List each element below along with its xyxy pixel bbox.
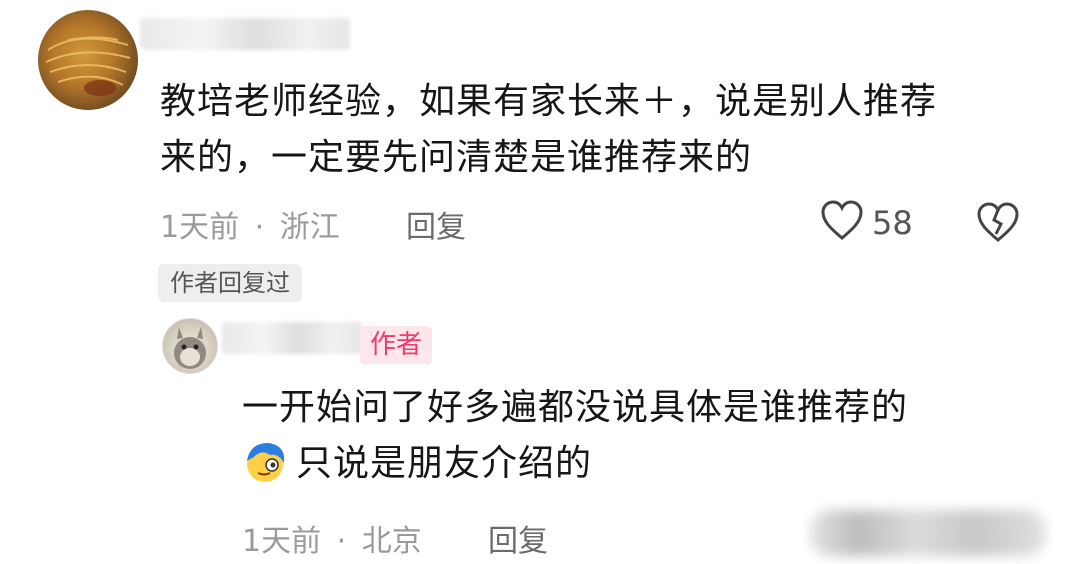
comment-location: 浙江 bbox=[279, 210, 340, 245]
commenter-username-blurred[interactable] bbox=[140, 18, 350, 50]
commenter-avatar[interactable] bbox=[38, 10, 138, 110]
reply-text: 一开始问了好多遍都没说具体是谁推荐的 只说是朋友介绍的 bbox=[242, 380, 1042, 492]
comment-text-line-2: 来的，一定要先问清楚是谁推荐来的 bbox=[160, 137, 753, 178]
dislike-button[interactable] bbox=[976, 202, 1020, 248]
reply-text-line-2-text: 只说是朋友介绍的 bbox=[296, 443, 593, 484]
reply-text-line-1: 一开始问了好多遍都没说具体是谁推荐的 bbox=[242, 387, 909, 428]
reply-reply-button[interactable]: 回复 bbox=[488, 516, 548, 560]
reply-author-avatar[interactable] bbox=[162, 318, 218, 374]
meta-separator: · bbox=[254, 210, 265, 245]
comment-reply-button[interactable]: 回复 bbox=[406, 202, 466, 246]
comment-time: 1天前 bbox=[160, 210, 240, 245]
comment-text-line-1: 教培老师经验，如果有家长来＋，说是别人推荐 bbox=[160, 81, 938, 122]
author-replied-chip[interactable]: 作者回复过 bbox=[158, 264, 302, 302]
heart-outline-icon bbox=[820, 200, 864, 246]
reply-meta: 1天前 · 北京 bbox=[242, 516, 422, 560]
like-count: 58 bbox=[872, 204, 913, 242]
meta-separator: · bbox=[336, 524, 347, 559]
reply-username-blurred[interactable] bbox=[222, 322, 362, 354]
like-button[interactable]: 58 bbox=[820, 200, 913, 246]
reply-time: 1天前 bbox=[242, 524, 322, 559]
blue-hair-face-emoji-icon bbox=[242, 439, 288, 485]
author-badge: 作者 bbox=[360, 326, 433, 364]
broken-heart-icon bbox=[976, 202, 1020, 248]
reply-text-line-2: 只说是朋友介绍的 bbox=[242, 436, 1042, 492]
reply-location: 北京 bbox=[361, 524, 422, 559]
comment-meta: 1天前 · 浙江 bbox=[160, 202, 340, 246]
reply-actions-blurred bbox=[810, 510, 1046, 556]
comment-text: 教培老师经验，如果有家长来＋，说是别人推荐 来的，一定要先问清楚是谁推荐来的 bbox=[160, 74, 1040, 186]
